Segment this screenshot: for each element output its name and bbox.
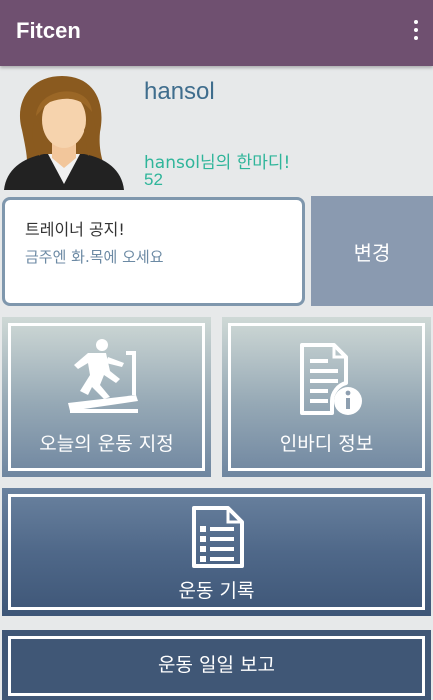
tile-label: 오늘의 운동 지정 xyxy=(39,433,174,455)
inbody-info-tile[interactable]: 인바디 정보 xyxy=(222,317,431,477)
username: hansol xyxy=(144,78,215,105)
daily-report-tile[interactable]: 운동 일일 보고 xyxy=(2,630,431,700)
motto-value: 52 xyxy=(144,170,163,189)
app-title: Fitcen xyxy=(16,18,81,43)
tile-label: 인바디 정보 xyxy=(279,433,374,455)
change-button[interactable]: 변경 xyxy=(311,196,433,306)
checklist-icon xyxy=(192,506,244,568)
motto-text: hansol님의 한마디! xyxy=(144,153,291,173)
treadmill-runner-icon xyxy=(68,339,138,413)
profile-section: hansol xyxy=(0,66,433,194)
notice-title: 트레이너 공지! xyxy=(25,220,125,239)
user-avatar-icon[interactable] xyxy=(0,72,128,190)
app-bar: Fitcen xyxy=(0,0,433,66)
workout-record-tile[interactable]: 운동 기록 xyxy=(2,488,431,616)
tile-label: 운동 기록 xyxy=(178,580,255,602)
document-info-icon xyxy=(300,343,362,415)
today-workout-tile[interactable]: 오늘의 운동 지정 xyxy=(2,317,211,477)
tile-label: 운동 일일 보고 xyxy=(158,654,275,676)
trainer-notice-box: 트레이너 공지! 금주엔 화.목에 오세요 xyxy=(2,197,305,306)
notice-body: 금주엔 화.목에 오세요 xyxy=(25,248,164,266)
overflow-menu-icon[interactable] xyxy=(411,20,421,46)
